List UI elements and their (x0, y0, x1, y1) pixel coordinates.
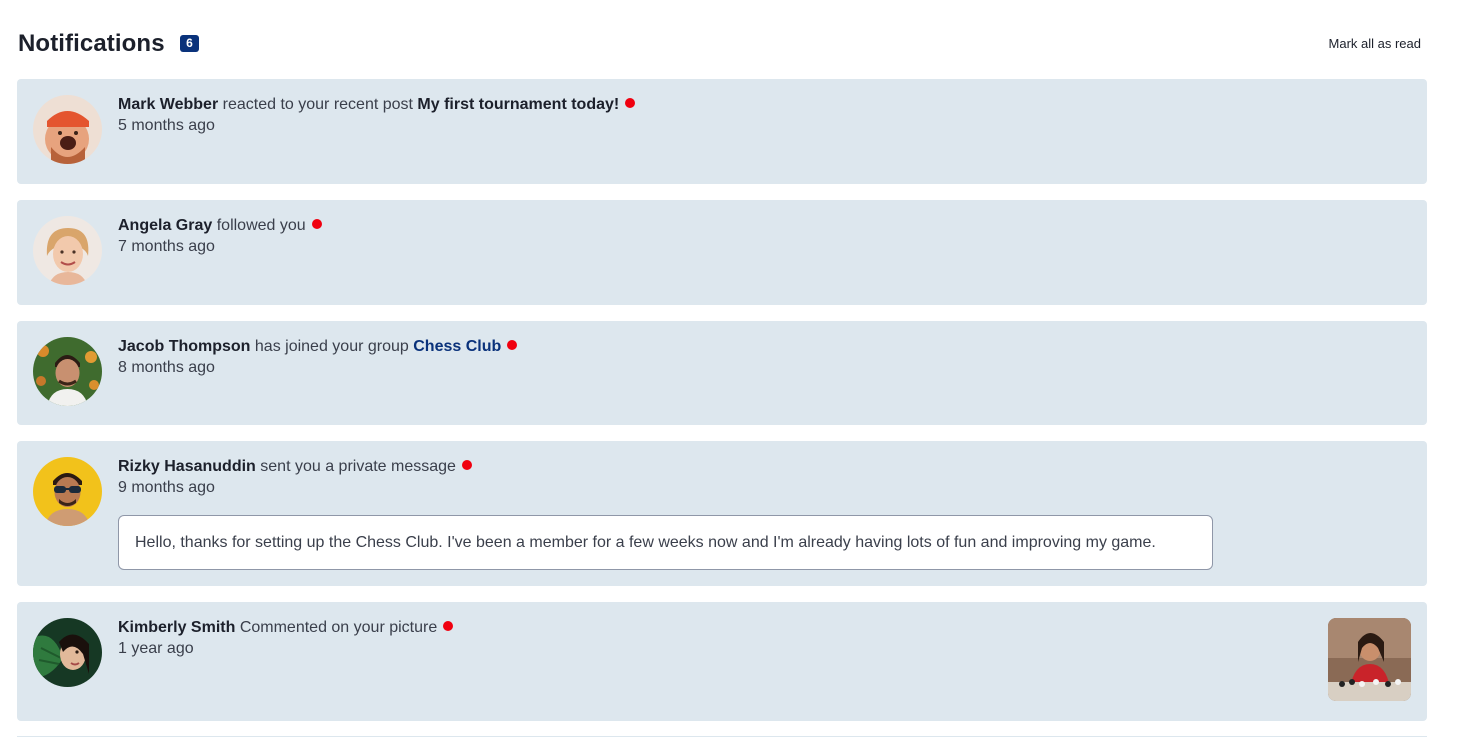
post-link[interactable]: My first tournament today! (417, 96, 619, 113)
notification-action: Commented on your picture (239, 619, 438, 636)
notification-item[interactable]: Kimberly Smith Commented on your picture… (17, 602, 1427, 721)
user-name-link[interactable]: Kimberly Smith (118, 619, 235, 636)
notification-list: Mark Webber reacted to your recent post … (17, 79, 1427, 737)
notification-action: sent you a private message (260, 458, 456, 475)
unread-dot (507, 340, 518, 350)
avatar-kimberly-smith[interactable] (33, 618, 102, 687)
notification-text: Kimberly Smith Commented on your picture (118, 618, 454, 638)
notification-item[interactable]: Angela Gray followed you 7 months ago (17, 200, 1427, 305)
notification-text: Mark Webber reacted to your recent post … (118, 95, 636, 115)
user-name-link[interactable]: Angela Gray (118, 217, 212, 234)
notification-action: reacted to your recent post (222, 96, 413, 113)
notification-time: 7 months ago (118, 238, 215, 255)
avatar-angela-gray[interactable] (33, 216, 102, 285)
notification-time: 9 months ago (118, 479, 215, 496)
unread-dot (443, 621, 454, 631)
unread-dot (311, 219, 322, 229)
commented-picture-thumbnail[interactable] (1328, 618, 1411, 701)
user-name-link[interactable]: Rizky Hasanuddin (118, 458, 256, 475)
private-message-preview[interactable]: Hello, thanks for setting up the Chess C… (118, 515, 1213, 570)
notification-text: Rizky Hasanuddin sent you a private mess… (118, 457, 472, 477)
unread-dot (625, 98, 636, 108)
notifications-page: Notifications 6 Mark all as read Mark We… (0, 0, 1462, 738)
avatar-mark-webber[interactable] (33, 95, 102, 164)
notification-text: Angela Gray followed you (118, 216, 322, 236)
notifications-header: Notifications 6 Mark all as read (17, 28, 1427, 62)
notification-text: Jacob Thompson has joined your group Che… (118, 337, 518, 357)
user-name-link[interactable]: Mark Webber (118, 96, 218, 113)
mark-all-read-button[interactable]: Mark all as read (1329, 36, 1421, 51)
notification-item[interactable]: Mark Webber reacted to your recent post … (17, 79, 1427, 184)
notification-time: 8 months ago (118, 359, 215, 376)
divider (17, 736, 1427, 737)
unread-count-badge: 6 (180, 35, 199, 52)
group-link[interactable]: Chess Club (413, 338, 501, 355)
user-name-link[interactable]: Jacob Thompson (118, 338, 250, 355)
notification-item[interactable]: Rizky Hasanuddin sent you a private mess… (17, 441, 1427, 586)
avatar-rizky-hasanuddin[interactable] (33, 457, 102, 526)
notification-action: followed you (216, 217, 306, 234)
notification-time: 5 months ago (118, 117, 215, 134)
notification-action: has joined your group (254, 338, 409, 355)
avatar-jacob-thompson[interactable] (33, 337, 102, 406)
page-title: Notifications (18, 30, 165, 57)
unread-dot (461, 460, 472, 470)
notification-item[interactable]: Jacob Thompson has joined your group Che… (17, 321, 1427, 425)
notification-time: 1 year ago (118, 640, 194, 657)
